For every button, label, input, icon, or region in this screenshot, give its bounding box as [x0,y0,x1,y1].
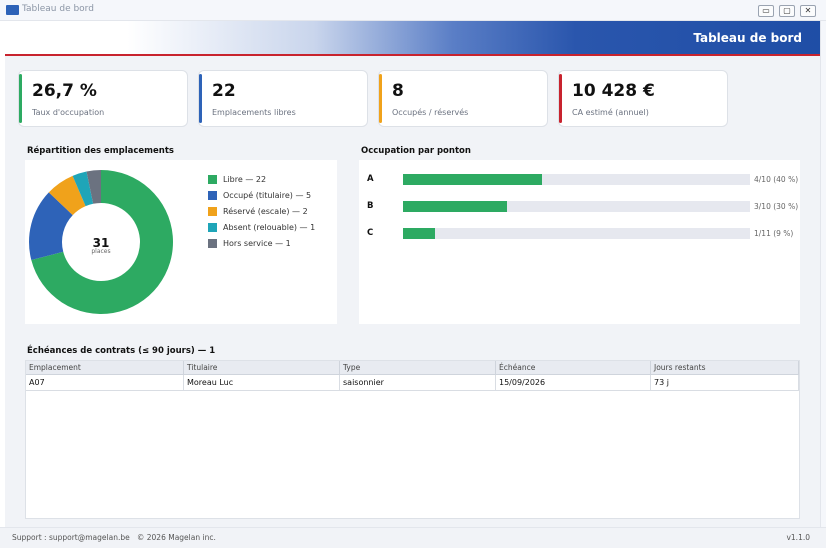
ponton-bar-track [403,228,750,239]
copyright-text: © 2026 Magelan inc. [136,533,216,542]
ponton-value: 1/11 (9 %) [754,229,794,238]
version-text: v1.1.0 [786,533,810,542]
kpi-accent-bar [559,74,562,123]
contracts-table-panel: Emplacement Titulaire Type Échéance Jour… [25,360,800,519]
legend-label: Absent (relouable) — 1 [223,223,316,232]
legend-label: Occupé (titulaire) — 5 [223,191,312,200]
kpi-value: 22 [212,81,236,101]
legend-label: Hors service — 1 [223,239,291,248]
table-row[interactable]: A07 Moreau Luc saisonnier 15/09/2026 73 … [26,374,799,391]
cell-echeance: 15/09/2026 [495,374,651,391]
ponton-bar-fill [403,201,508,212]
kpi-label: CA estimé (annuel) [572,108,649,117]
kpi-label: Taux d'occupation [32,108,105,117]
window-border [820,21,826,527]
column-header-titulaire[interactable]: Titulaire [183,361,340,375]
ponton-value: 3/10 (30 %) [754,202,799,211]
kpi-label: Occupés / réservés [392,108,469,117]
kpi-card-free-slots: 22 Emplacements libres [198,70,368,127]
contracts-table: Emplacement Titulaire Type Échéance Jour… [26,361,799,391]
cell-jours-restants: 73 j [650,374,799,391]
legend-swatch [208,191,217,200]
dashboard-content: 26,7 % Taux d'occupation 22 Emplacements… [5,56,820,527]
column-header-jours-restants[interactable]: Jours restants [650,361,799,375]
page-title: Tableau de bord [693,31,802,45]
status-support: Support : support@magelan.be © 2026 Mage… [12,533,216,542]
column-header-emplacement[interactable]: Emplacement [26,361,184,375]
ponton-value: 4/10 (40 %) [754,175,799,184]
kpi-card-occupation: 26,7 % Taux d'occupation [18,70,188,127]
maximize-button[interactable]: ▢ [779,5,795,17]
ponton-bar-fill [403,228,435,239]
legend-swatch [208,239,217,248]
contracts-title: Échéances de contrats (≤ 90 jours) — 1 [27,346,216,356]
kpi-accent-bar [379,74,382,123]
column-header-echeance[interactable]: Échéance [495,361,651,375]
support-link[interactable]: Support : support@magelan.be [12,533,130,542]
legend-label: Réservé (escale) — 2 [223,207,308,216]
ponton-bar-track [403,201,750,212]
kpi-value: 8 [392,81,404,101]
column-header-type[interactable]: Type [339,361,496,375]
legend-swatch [208,175,217,184]
occupation-title: Occupation par ponton [361,146,471,156]
table-header-row: Emplacement Titulaire Type Échéance Jour… [26,361,799,375]
window-title: Tableau de bord [22,4,94,14]
status-bar: Support : support@magelan.be © 2026 Mage… [0,527,826,548]
kpi-card-occupied: 8 Occupés / réservés [378,70,548,127]
kpi-label: Emplacements libres [212,108,296,117]
donut-total-label: places [91,248,111,255]
minimize-button[interactable]: ▭ [758,5,774,17]
ponton-label: C [367,228,374,238]
close-button[interactable]: ✕ [800,5,816,17]
legend-label: Libre — 22 [223,175,267,184]
kpi-value: 10 428 € [572,81,655,101]
ponton-bar-track [403,174,750,185]
kpi-card-revenue: 10 428 € CA estimé (annuel) [558,70,728,127]
cell-type: saisonnier [339,374,496,391]
ponton-label: A [367,174,374,184]
window-titlebar: Tableau de bord ▭ ▢ ✕ [0,0,826,21]
legend-swatch [208,223,217,232]
ponton-label: B [367,201,374,211]
kpi-accent-bar [19,74,22,123]
app-icon [6,5,19,15]
legend-swatch [208,207,217,216]
repartition-panel: 31 places Libre — 22 Occupé (titulaire) … [25,160,337,324]
header-banner: Tableau de bord [5,21,820,56]
kpi-accent-bar [199,74,202,123]
occupation-panel: A 4/10 (40 %) B 3/10 (30 %) C 1/11 (9 %) [359,160,800,324]
repartition-title: Répartition des emplacements [27,146,174,156]
cell-emplacement: A07 [26,374,184,391]
cell-titulaire: Moreau Luc [183,374,340,391]
kpi-value: 26,7 % [32,81,97,101]
ponton-bar-fill [403,174,542,185]
